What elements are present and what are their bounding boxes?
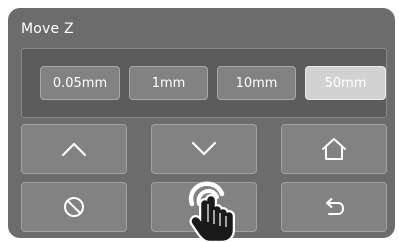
- center-button[interactable]: [151, 182, 257, 232]
- step-option-0-05mm[interactable]: 0.05mm: [40, 66, 120, 100]
- move-z-panel: Move Z 0.05mm 1mm 10mm 50mm: [8, 8, 395, 238]
- stop-button[interactable]: [21, 182, 127, 232]
- step-option-50mm[interactable]: 50mm: [305, 66, 386, 100]
- step-option-10mm[interactable]: 10mm: [217, 66, 296, 100]
- back-button[interactable]: [281, 182, 387, 232]
- prohibit-icon: [64, 197, 84, 217]
- step-size-selector: 0.05mm 1mm 10mm 50mm: [21, 48, 387, 118]
- undo-arrow-icon: [326, 198, 344, 215]
- chevron-down-icon: [191, 141, 217, 156]
- step-option-1mm[interactable]: 1mm: [129, 66, 208, 100]
- move-up-button[interactable]: [21, 124, 127, 174]
- home-icon: [322, 138, 346, 160]
- panel-title: Move Z: [21, 21, 74, 37]
- chevron-up-icon: [61, 142, 87, 157]
- move-down-button[interactable]: [151, 124, 257, 174]
- home-button[interactable]: [281, 124, 387, 174]
